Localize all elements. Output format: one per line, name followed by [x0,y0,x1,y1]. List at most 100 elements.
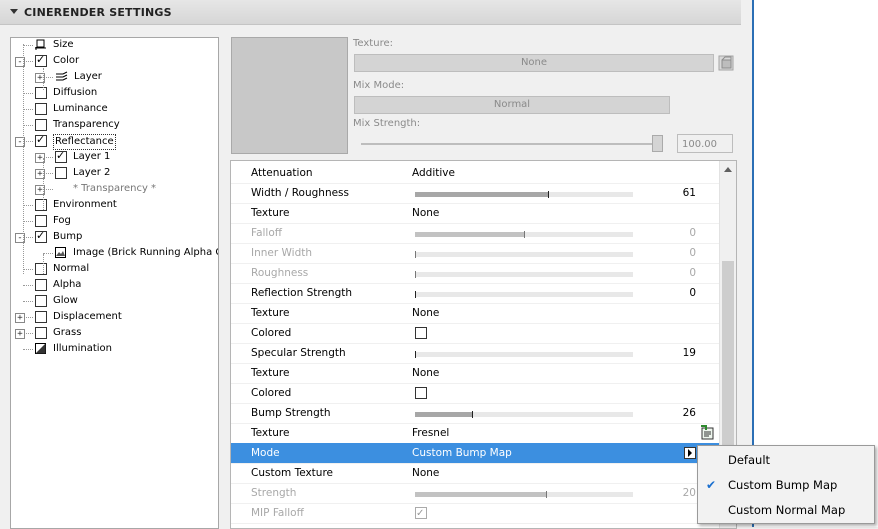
property-row-texture[interactable]: Texture Fresnel [231,423,721,444]
property-slider[interactable] [415,191,633,198]
mix-strength-input[interactable]: 100.00 [677,134,733,153]
property-value[interactable]: None [412,363,439,383]
property-number[interactable]: 0 [661,263,696,283]
mix-strength-slider-thumb[interactable] [652,135,663,152]
property-number[interactable]: 0 [661,243,696,263]
property-value[interactable]: Fresnel [412,423,449,443]
collapse-triangle-icon[interactable] [10,9,18,14]
dropdown-option-custom-bump-map[interactable]: ✔ Custom Bump Map [698,473,874,498]
tree-item-checkbox[interactable] [35,311,47,323]
property-row-width-roughness[interactable]: Width / Roughness 61 [231,183,721,204]
tree-item-illumination[interactable]: Illumination [11,342,218,358]
dropdown-option-default[interactable]: Default [698,448,874,473]
tree-item-checkbox[interactable] [35,215,47,227]
scroll-up-arrow-icon[interactable] [724,167,732,172]
property-checkbox[interactable] [415,327,427,339]
tree-item-checkbox[interactable] [35,279,47,291]
property-slider[interactable] [415,251,633,258]
mix-mode-label: Mix Mode: [353,80,405,91]
slider-handle[interactable] [547,191,549,198]
property-row-roughness[interactable]: Roughness 0 [231,263,721,284]
texture-field[interactable]: None [354,54,714,72]
tree-item-checkbox[interactable] [35,199,47,211]
properties-grid[interactable]: Attenuation Additive Width / Roughness 61 Te… [230,160,737,529]
property-row-strength[interactable]: Strength 20 [231,483,721,504]
property-slider[interactable] [415,271,633,278]
property-row-bump-strength[interactable]: Bump Strength 26 [231,403,721,424]
property-value[interactable]: Custom Bump Map [412,443,512,463]
settings-header[interactable]: CINERENDER SETTINGS [0,0,741,25]
property-number[interactable]: 26 [661,403,696,423]
expand-icon[interactable]: + [15,313,25,323]
mix-strength-slider[interactable] [361,143,663,145]
tree-item-checkbox[interactable] [35,327,47,339]
property-slider[interactable] [415,291,633,298]
property-number[interactable]: 20 [661,483,696,503]
tree-item-checkbox[interactable] [35,133,47,147]
tree-item-checkbox[interactable] [35,295,47,307]
tree-item-checkbox[interactable] [35,53,47,67]
property-number[interactable]: 19 [661,343,696,363]
layer-icon [55,71,68,82]
texture-picker-icon[interactable] [699,425,715,441]
property-row-texture[interactable]: Texture None [231,303,721,324]
tree-item-glow[interactable]: Glow [11,294,218,310]
tree-item-luminance[interactable]: Luminance [11,102,218,118]
property-number[interactable]: 0 [661,283,696,303]
slider-handle[interactable] [545,491,547,498]
tree-item-displacement[interactable]: + Displacement [11,310,218,326]
property-name: Strength [251,487,297,499]
property-row-attenuation[interactable]: Attenuation Additive [231,163,721,184]
mix-mode-select[interactable]: Normal [354,96,670,114]
tree-item-transparency[interactable]: Transparency [11,118,218,134]
tree-item-grass[interactable]: + Grass [11,326,218,342]
tree-item-bump[interactable]: -Bump [11,229,218,246]
tree-item-checkbox[interactable] [55,167,67,179]
property-slider[interactable] [415,491,633,498]
channel-tree[interactable]: Size-Color+LayerDiffusionLuminanceTransp… [10,37,219,529]
property-row-custom-texture[interactable]: Custom Texture None [231,463,721,484]
property-row-specular-strength[interactable]: Specular Strength 19 [231,343,721,364]
tree-item-reflectance[interactable]: -Reflectance [11,133,218,150]
slider-handle[interactable] [415,351,416,358]
property-row-texture[interactable]: Texture None [231,363,721,384]
property-row-texture[interactable]: Texture None [231,203,721,224]
property-row-mode[interactable]: Mode Custom Bump Map [231,443,721,464]
property-value[interactable]: None [412,463,439,483]
slider-handle[interactable] [415,251,416,258]
tree-item-checkbox[interactable] [35,87,47,99]
property-value[interactable]: None [412,203,439,223]
dropdown-option-custom-normal-map[interactable]: Custom Normal Map [698,498,874,523]
tree-item-checkbox[interactable] [35,119,47,131]
slider-handle[interactable] [415,291,416,298]
slider-handle[interactable] [415,271,416,278]
tree-item-checkbox[interactable] [35,103,47,115]
property-row-inner-width[interactable]: Inner Width 0 [231,243,721,264]
property-checkbox[interactable] [415,387,427,399]
slider-handle[interactable] [471,411,473,418]
tree-item-fog[interactable]: Fog [11,214,218,230]
tree-item-alpha[interactable]: Alpha [11,278,218,294]
property-row-falloff[interactable]: Falloff 0 [231,223,721,244]
property-row-colored[interactable]: Colored [231,323,721,344]
property-row-mip-falloff[interactable]: MIP Falloff [231,503,721,524]
tree-item-checkbox[interactable] [55,149,67,163]
mode-dropdown-menu: Default ✔ Custom Bump Map Custom Normal Map [697,445,875,524]
property-row-colored[interactable]: Colored [231,383,721,404]
property-checkbox[interactable] [415,504,427,524]
property-number[interactable]: 0 [661,223,696,243]
tree-item-checkbox[interactable] [35,263,47,275]
property-value[interactable]: None [412,303,439,323]
property-slider[interactable] [415,411,633,418]
property-row-reflection-strength[interactable]: Reflection Strength 0 [231,283,721,304]
tree-item-size[interactable]: Size [11,38,218,54]
property-slider[interactable] [415,231,633,238]
property-number[interactable]: 61 [661,183,696,203]
slider-handle[interactable] [524,231,525,238]
expand-icon[interactable]: + [15,329,25,339]
texture-browse-icon[interactable] [718,55,734,71]
property-value[interactable]: Additive [412,163,455,183]
property-slider[interactable] [415,351,633,358]
tree-item-checkbox[interactable] [35,229,47,243]
mode-dropdown-arrow-icon[interactable] [684,447,696,459]
